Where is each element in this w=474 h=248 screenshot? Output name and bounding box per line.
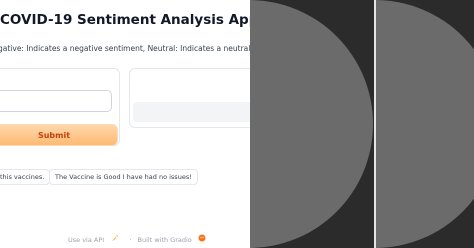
rocket-icon <box>111 234 119 244</box>
app-description: gative: Indicates a negative sentiment, … <box>0 44 250 53</box>
use-via-api-link[interactable]: Use via API <box>68 236 104 244</box>
example-2[interactable]: The Vaccine is Good I have had no issues… <box>49 169 198 185</box>
built-with-gradio-link[interactable]: Built with Gradio <box>138 236 192 244</box>
output-box <box>133 102 255 122</box>
half-circle-shape <box>376 0 474 248</box>
app-title: COVID-19 Sentiment Analysis App <box>0 12 259 28</box>
example-1[interactable]: this vaccines. <box>0 169 51 185</box>
dark-image-panel-right <box>376 0 474 248</box>
half-circle-shape <box>250 0 373 248</box>
footer-separator: · <box>129 236 132 244</box>
text-input[interactable] <box>0 90 112 112</box>
dark-image-panel-left <box>250 0 374 248</box>
gradio-logo-icon <box>198 234 206 244</box>
submit-button[interactable]: Submit <box>0 124 118 146</box>
footer: Use via API · Built with Gradio <box>68 234 206 244</box>
